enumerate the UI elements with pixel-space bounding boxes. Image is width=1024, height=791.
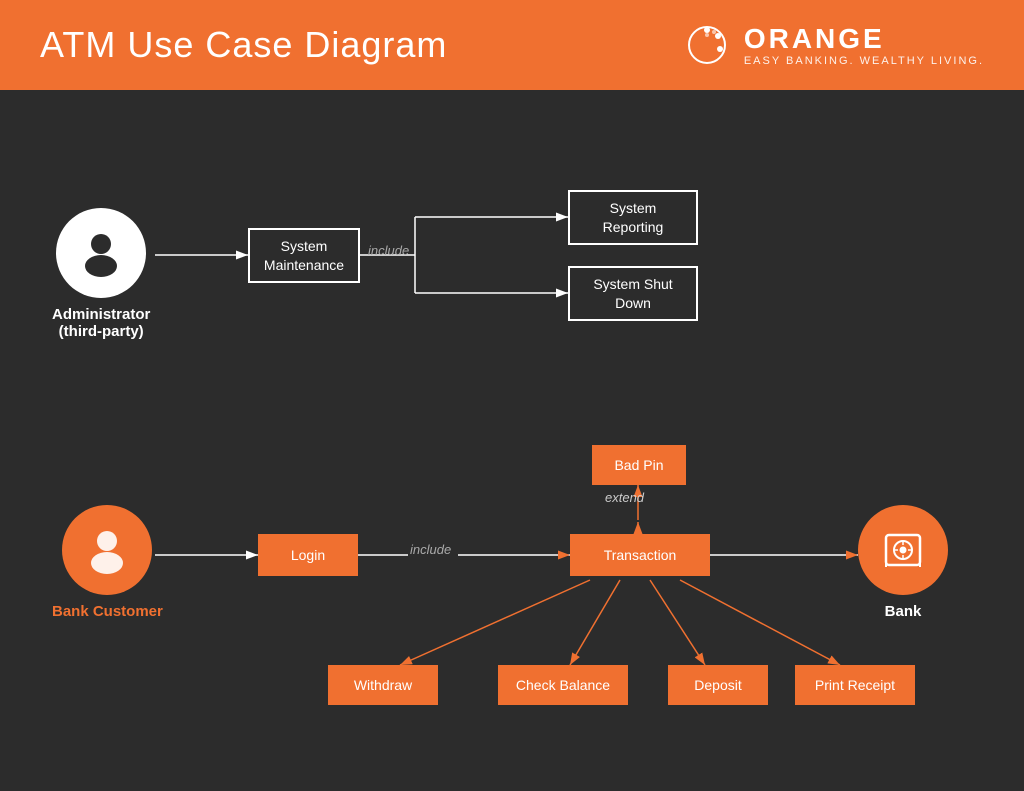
check-balance-box: Check Balance [498,665,628,705]
include-label-top: include [368,243,409,258]
system-reporting-box: System Reporting [568,190,698,245]
actor-bank-customer: Bank Customer [52,505,163,620]
admin-label: Administrator (third-party) [52,306,150,340]
customer-avatar [62,505,152,595]
actor-bank: Bank [858,505,948,620]
bank-vault-icon [878,525,928,575]
actor-administrator: Administrator (third-party) [52,208,150,340]
login-box: Login [258,534,358,576]
diagram: Administrator (third-party) System Maint… [0,90,1024,791]
extend-label: extend [605,490,644,505]
logo-name: ORANGE [744,23,984,55]
logo-icon [682,20,732,70]
customer-person-icon [82,525,132,575]
customer-label: Bank Customer [52,603,163,620]
bank-avatar [858,505,948,595]
include-label-bottom: include [410,542,451,557]
admin-person-icon [76,228,126,278]
admin-avatar [56,208,146,298]
logo: ORANGE EASY BANKING. WEALTHY LIVING. [682,20,984,70]
bank-label: Bank [885,603,922,620]
deposit-box: Deposit [668,665,768,705]
print-receipt-box: Print Receipt [795,665,915,705]
header: ATM Use Case Diagram ORANGE EASY BANKING… [0,0,1024,90]
withdraw-box: Withdraw [328,665,438,705]
logo-text: ORANGE EASY BANKING. WEALTHY LIVING. [744,23,984,67]
logo-tagline: EASY BANKING. WEALTHY LIVING. [744,55,984,67]
system-shutdown-box: System Shut Down [568,266,698,321]
transaction-box: Transaction [570,534,710,576]
page-title: ATM Use Case Diagram [40,24,447,66]
system-maintenance-box: System Maintenance [248,228,360,283]
bad-pin-box: Bad Pin [592,445,686,485]
